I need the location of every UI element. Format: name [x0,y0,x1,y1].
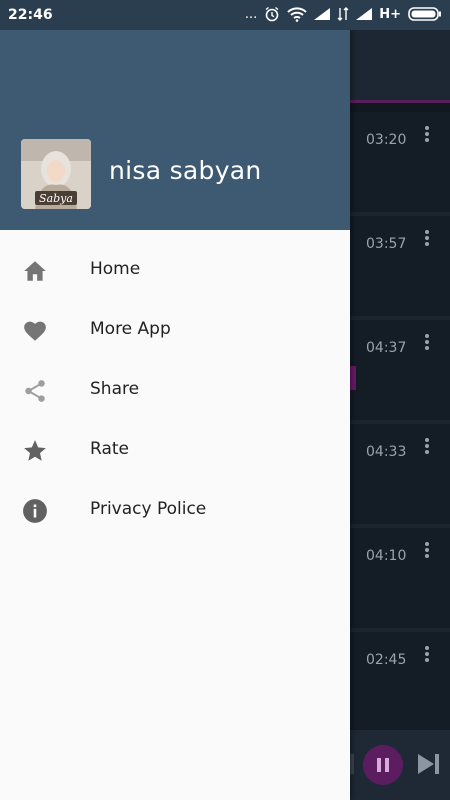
avatar: Sabya [21,139,91,209]
track-duration: 03:20 [366,132,407,148]
previous-icon[interactable] [350,754,354,774]
battery-icon [408,7,441,21]
star-icon [24,440,46,461]
more-options-icon[interactable] [421,332,433,356]
info-icon [23,499,47,523]
heart-icon [24,321,46,341]
more-notifications-icon: ... [244,6,258,22]
status-time: 22:46 [8,7,53,23]
pause-icon [377,758,381,772]
track-duration: 03:57 [366,236,407,252]
drawer-menu: Home More App Share Rate Privacy Police [0,240,350,540]
navigation-drawer: Sabya nisa sabyan Home More App Share Ra… [0,30,350,800]
status-icons: ... H+ [245,6,442,22]
share-icon [25,380,45,402]
data-transfer-icon [337,7,349,21]
menu-item-privacy-police[interactable]: Privacy Police [0,480,350,540]
menu-item-label: Privacy Police [90,499,207,519]
menu-item-label: Share [90,379,140,399]
track-duration: 04:10 [366,548,407,564]
tab-indicator [350,100,450,103]
menu-item-label: Rate [90,439,129,459]
avatar-image: Sabya [21,139,91,209]
menu-item-home[interactable]: Home [0,240,350,300]
drawer-header: Sabya nisa sabyan [0,30,350,230]
more-options-icon[interactable] [421,540,433,564]
pause-button[interactable] [363,745,403,785]
signal-icon [314,8,331,20]
alarm-icon [265,6,279,22]
drawer-title: nisa sabyan [109,156,262,185]
menu-item-rate[interactable]: Rate [0,420,350,480]
more-options-icon[interactable] [421,644,433,668]
home-icon [24,261,46,281]
track-duration: 04:37 [366,340,407,356]
menu-item-label: More App [90,319,171,339]
menu-item-label: Home [90,259,141,279]
avatar-text: Sabya [39,192,73,205]
now-playing-marker [350,366,356,390]
track-duration: 02:45 [366,652,407,668]
wifi-icon [287,7,307,22]
menu-item-more-app[interactable]: More App [0,300,350,360]
signal-icon [356,8,373,20]
track-duration: 04:33 [366,444,407,460]
network-type: H+ [379,6,401,22]
status-bar: 22:46 ... H+ [0,0,450,30]
more-options-icon[interactable] [421,228,433,252]
more-options-icon[interactable] [421,436,433,460]
menu-item-share[interactable]: Share [0,360,350,420]
next-track-icon[interactable] [414,750,442,778]
more-options-icon[interactable] [421,124,433,148]
